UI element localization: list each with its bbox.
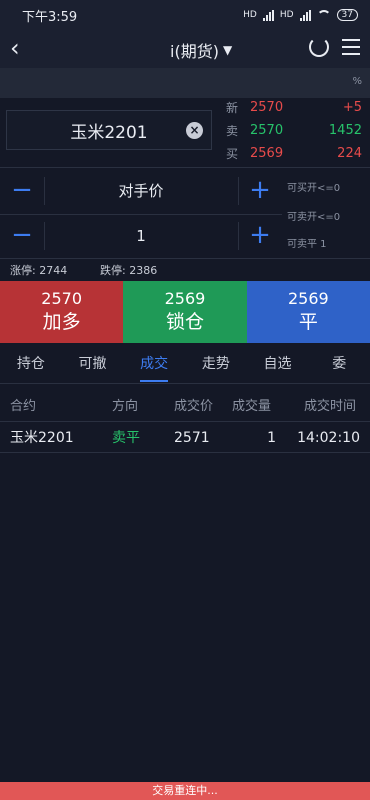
cell-direction: 卖平 — [112, 430, 140, 446]
percent-label: % — [352, 76, 362, 87]
divider — [0, 214, 282, 215]
divider — [0, 421, 370, 422]
reconnect-banner: 交易重连中... — [0, 782, 370, 800]
limit-down: 跌停: 2386 — [100, 264, 158, 277]
action-price: 2569 — [287, 289, 329, 308]
quote-volume: 1452 — [328, 123, 362, 138]
divider — [0, 452, 370, 453]
table-row[interactable]: 玉米2201 卖平 2571 1 14:02:10 — [0, 423, 370, 453]
divider — [0, 167, 370, 168]
signal-hd-label-2: HD — [279, 10, 294, 20]
chevron-down-icon: ▼ — [222, 43, 233, 57]
buy-long-button[interactable]: 2570 加多 — [0, 281, 124, 343]
symbol-input[interactable]: 玉米2201 × — [6, 110, 212, 150]
cell-contract: 玉米2201 — [10, 430, 74, 446]
nav-bar: ‹ i(期货) ▼ — [0, 30, 370, 68]
lock-position-button[interactable]: 2569 锁仓 — [123, 281, 247, 343]
status-bar: 下午3:59 HD HD 37 — [0, 0, 370, 30]
quote-price[interactable]: 2569 — [244, 146, 308, 161]
quote-label: 新 — [226, 101, 239, 115]
quote-panel: 新 2570 +5 卖 2570 1452 买 2569 224 — [222, 96, 370, 166]
header-time: 成交时间 — [304, 399, 357, 414]
divider — [0, 383, 370, 384]
quote-price[interactable]: 2570 — [244, 123, 308, 138]
symbol-value: 玉米2201 — [70, 122, 148, 143]
signal-hd-label-1: HD — [243, 10, 257, 20]
price-plus-button[interactable]: + — [238, 171, 282, 211]
table-header: 合约 方向 成交价 成交量 成交时间 — [0, 392, 370, 422]
limit-up: 涨停: 2744 — [10, 264, 68, 277]
cell-price: 2571 — [174, 430, 210, 446]
hint-open-sell: 可卖开<=0 — [287, 212, 341, 223]
quote-row-ask: 卖 2570 1452 — [222, 119, 370, 142]
action-price: 2569 — [164, 289, 206, 308]
quote-row-last: 新 2570 +5 — [222, 96, 370, 119]
hint-open-buy: 可买开<=0 — [287, 183, 341, 194]
quote-label: 买 — [226, 147, 239, 161]
hint-close-sell: 可卖平 1 — [287, 239, 327, 250]
divider — [0, 258, 370, 259]
tab-trades[interactable]: 成交 — [123, 348, 185, 382]
quote-row-bid: 买 2569 224 — [222, 142, 370, 165]
page-title: i(期货) — [170, 42, 219, 61]
battery-icon: 37 — [336, 9, 358, 21]
quantity-value[interactable]: 1 — [44, 216, 238, 256]
qty-plus-button[interactable]: + — [238, 216, 282, 256]
tab-bar: 持仓 可撤 成交 走势 自选 委 — [0, 348, 370, 382]
quote-change: +5 — [342, 100, 362, 115]
tab-orders[interactable]: 委 — [308, 348, 370, 382]
price-type-value[interactable]: 对手价 — [44, 171, 238, 211]
tab-watchlist[interactable]: 自选 — [247, 348, 309, 382]
refresh-icon[interactable] — [309, 37, 329, 57]
header-volume: 成交量 — [232, 399, 272, 414]
status-icons: HD HD 37 — [243, 9, 358, 21]
price-minus-button[interactable]: − — [0, 171, 44, 211]
tab-trend[interactable]: 走势 — [185, 348, 247, 382]
action-label: 平 — [298, 311, 318, 333]
quote-volume: 224 — [337, 146, 362, 161]
account-summary-bar: % — [0, 68, 370, 98]
wifi-icon — [316, 10, 331, 20]
header-contract: 合约 — [10, 399, 37, 414]
qty-minus-button[interactable]: − — [0, 216, 44, 256]
close-position-button[interactable]: 2569 平 — [246, 281, 370, 343]
quote-label: 卖 — [226, 124, 239, 138]
account-selector[interactable]: i(期货) ▼ — [170, 38, 232, 62]
signal-icon-2 — [299, 9, 311, 21]
status-time: 下午3:59 — [22, 9, 78, 25]
cell-time: 14:02:10 — [297, 430, 360, 446]
signal-icon — [262, 9, 274, 21]
tab-cancelable[interactable]: 可撤 — [62, 348, 124, 382]
action-label: 加多 — [42, 311, 81, 333]
menu-icon[interactable] — [342, 39, 360, 55]
action-price: 2570 — [41, 289, 83, 308]
tab-positions[interactable]: 持仓 — [0, 348, 62, 382]
clear-icon[interactable]: × — [186, 122, 203, 139]
order-actions: 2570 加多 2569 锁仓 2569 平 — [0, 281, 370, 343]
header-price: 成交价 — [174, 399, 214, 414]
header-direction: 方向 — [112, 399, 139, 414]
quantity-stepper: − 1 + — [0, 216, 282, 256]
back-icon[interactable]: ‹ — [10, 36, 20, 60]
quote-price[interactable]: 2570 — [244, 100, 308, 115]
action-label: 锁仓 — [165, 311, 204, 333]
cell-volume: 1 — [267, 430, 276, 446]
price-stepper: − 对手价 + — [0, 171, 282, 211]
